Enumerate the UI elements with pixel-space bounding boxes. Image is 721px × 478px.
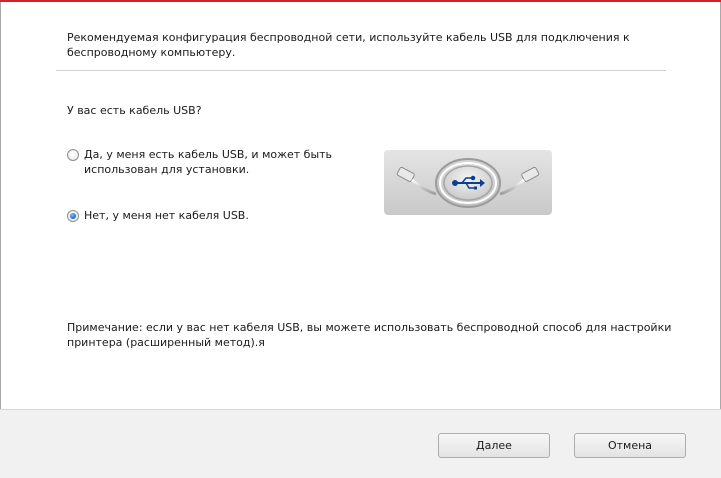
option-no-usb-cable-label: Нет, у меня нет кабеля USB.: [84, 209, 249, 222]
dialog-window: [0, 0, 721, 478]
option-has-usb-cable[interactable]: Да, у меня есть кабель USB, и может быть…: [67, 147, 334, 177]
option-no-usb-cable[interactable]: Нет, у меня нет кабеля USB.: [67, 208, 334, 223]
radio-no-usb-cable[interactable]: [67, 210, 79, 222]
option-has-usb-cable-label: Да, у меня есть кабель USB, и может быть…: [84, 148, 333, 176]
radio-has-usb-cable[interactable]: [67, 149, 79, 161]
next-button[interactable]: Далее: [438, 433, 550, 458]
intro-text: Рекомендуемая конфигурация беспроводной …: [67, 31, 630, 59]
note-text: Примечание: если у вас нет кабеля USB, в…: [67, 321, 672, 349]
top-divider: [56, 70, 666, 71]
top-accent-bar: [0, 0, 721, 2]
usb-cable-illustration: [384, 150, 552, 215]
question-label: У вас есть кабель USB?: [67, 104, 202, 117]
usb-cable-icon: [396, 158, 540, 208]
cancel-button[interactable]: Отмена: [574, 433, 686, 458]
